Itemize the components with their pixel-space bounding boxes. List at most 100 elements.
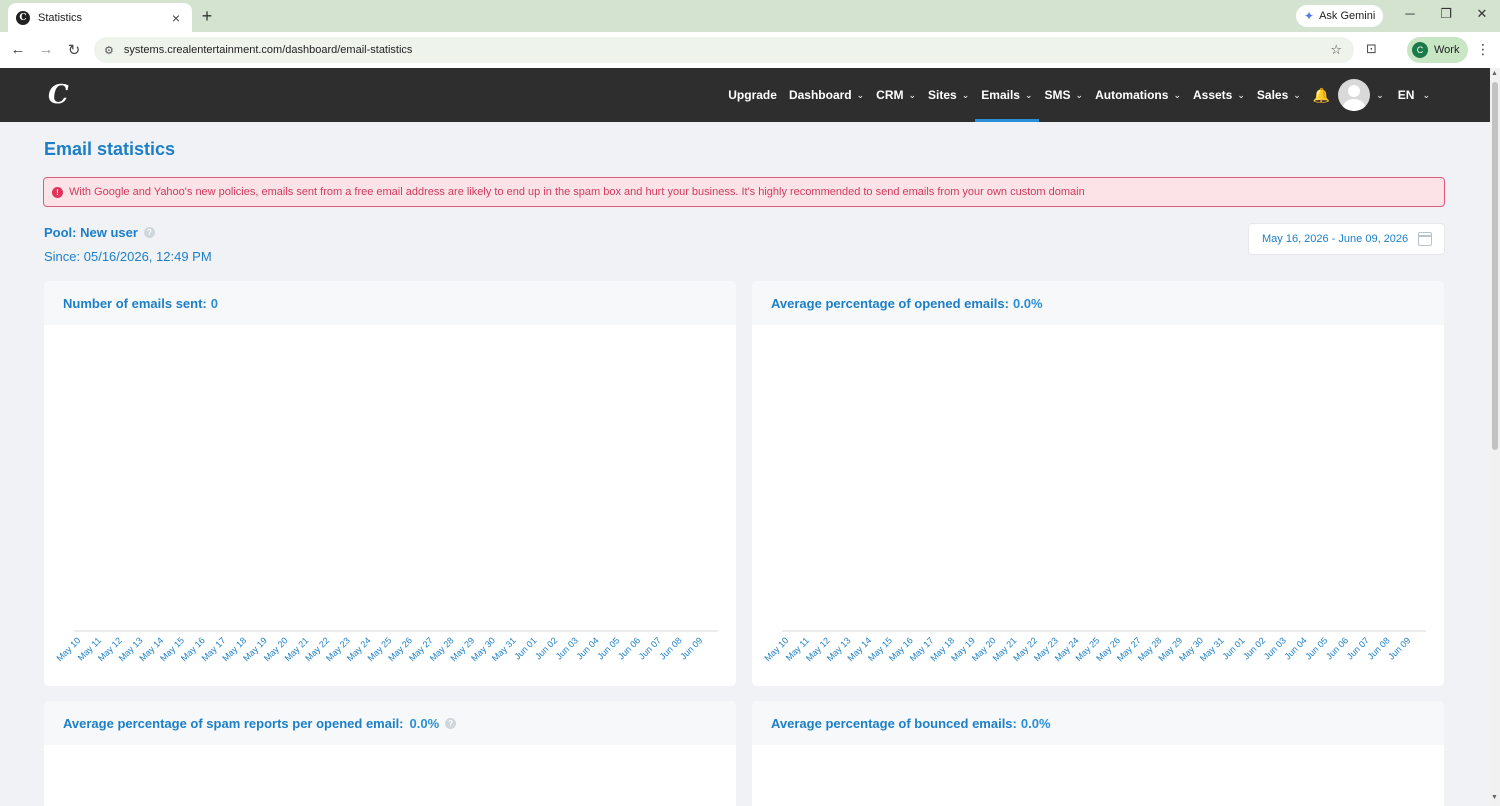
pool-text: Pool: New user — [44, 225, 138, 240]
alert-text: With Google and Yahoo's new policies, em… — [69, 186, 1085, 198]
x-tick-label: Jun 08 — [657, 635, 683, 661]
site-settings-icon[interactable]: ⚙ — [104, 44, 114, 57]
nav-label: Emails — [981, 88, 1020, 102]
alert-exclamation-icon: ! — [52, 186, 63, 198]
restore-icon[interactable]: ❐ — [1436, 6, 1456, 22]
chevron-down-icon: ⌄ — [961, 89, 970, 100]
card-header: Average percentage of spam reports per o… — [44, 701, 736, 745]
x-tick-label: Jun 02 — [533, 635, 559, 661]
card-value: 0.0% — [1020, 715, 1051, 731]
user-avatar[interactable] — [1338, 79, 1371, 111]
chevron-down-icon: ⌄ — [1173, 89, 1181, 100]
site-favicon-icon: C — [16, 10, 30, 25]
x-tick-label: Jun 04 — [1283, 635, 1309, 661]
gemini-sparkle-icon: ✦ — [1304, 9, 1315, 23]
opened-emails-card: Average percentage of opened emails: 0.0… — [752, 281, 1444, 686]
help-question-icon[interactable]: ? — [143, 227, 155, 238]
date-range-text: May 16, 2026 - June 09, 2026 — [1262, 233, 1409, 245]
nav-automations[interactable]: Automations ⌄ — [1089, 68, 1187, 122]
x-tick-label: Jun 01 — [512, 635, 538, 661]
card-label: Number of emails sent: — [63, 295, 207, 311]
x-tick-label: Jun 01 — [1220, 635, 1246, 661]
url-field[interactable]: ⚙ systems.crealentertainment.com/dashboa… — [94, 37, 1354, 63]
card-header: Average percentage of opened emails: 0.0… — [752, 281, 1444, 325]
chevron-down-icon: ⌄ — [1237, 89, 1245, 100]
help-question-icon[interactable]: ? — [445, 717, 457, 729]
since-label: Since: 05/16/2026, 12:49 PM — [44, 249, 212, 264]
back-arrow-icon[interactable]: ← — [9, 41, 27, 58]
nav-label: Assets — [1192, 88, 1233, 102]
chevron-down-icon: ⌄ — [1075, 89, 1084, 100]
close-tab-icon[interactable]: × — [168, 10, 184, 26]
x-tick-label: Jun 09 — [678, 635, 704, 661]
chevron-down-icon: ⌄ — [1293, 89, 1301, 100]
page-scrollbar[interactable]: ▲ ▼ — [1490, 68, 1500, 806]
x-tick-label: Jun 06 — [1324, 635, 1350, 661]
new-tab-icon[interactable]: + — [198, 6, 216, 27]
nav-label: Sites — [928, 88, 957, 102]
x-tick-label: Jun 04 — [575, 635, 601, 661]
x-tick-label: Jun 03 — [1262, 635, 1288, 661]
nav-dashboard[interactable]: Dashboard ⌄ — [783, 68, 870, 122]
emails-sent-card: Number of emails sent: 0 May 10 May 11 May… — [44, 281, 736, 686]
x-tick-label: Jun 06 — [616, 635, 642, 661]
nav-assets[interactable]: Assets ⌄ — [1187, 68, 1251, 122]
x-tick-label: Jun 03 — [554, 635, 580, 661]
language-selector[interactable]: EN — [1398, 88, 1415, 102]
nav-label: Sales — [1256, 88, 1289, 102]
profile-button[interactable]: C Work — [1407, 37, 1469, 63]
close-window-icon[interactable]: ✕ — [1472, 6, 1492, 22]
nav-crm[interactable]: CRM ⌄ — [870, 68, 922, 122]
card-value: 0.0% — [1012, 295, 1043, 311]
minimize-icon[interactable]: ─ — [1400, 6, 1420, 21]
browser-address-bar: ← → ↻ ⚙ systems.crealentertainment.com/d… — [0, 32, 1500, 68]
chevron-down-icon[interactable]: ⌄ — [1376, 90, 1384, 101]
nav-label: Automations — [1095, 88, 1169, 102]
emails-sent-chart: May 10May 11May 12May 13May 14May 15May … — [54, 630, 718, 663]
chevron-down-icon: ⌄ — [856, 89, 865, 100]
x-tick-label: Jun 08 — [1365, 635, 1391, 661]
x-tick-label: Jun 07 — [637, 635, 663, 661]
date-range-picker[interactable]: May 16, 2026 - June 09, 2026 — [1248, 223, 1445, 255]
nav-emails[interactable]: Emails ⌄ — [975, 68, 1039, 122]
ask-gemini-label: Ask Gemini — [1319, 10, 1376, 22]
tab-title: Statistics — [38, 11, 83, 24]
nav-label: CRM — [876, 88, 904, 102]
card-value: 0.0% — [409, 715, 440, 731]
x-tick-label: Jun 07 — [1345, 635, 1371, 661]
forward-arrow-icon[interactable]: → — [37, 41, 55, 58]
chevron-down-icon: ⌄ — [908, 89, 917, 100]
browser-menu-icon[interactable]: ⋮ — [1476, 41, 1490, 58]
card-label: Average percentage of bounced emails: — [771, 715, 1017, 731]
browser-tab[interactable]: C Statistics × — [8, 3, 192, 32]
bookmark-star-icon[interactable]: ☆ — [1330, 42, 1342, 58]
card-header: Average percentage of bounced emails: 0.… — [752, 701, 1444, 745]
scroll-up-icon[interactable]: ▲ — [1491, 70, 1498, 77]
card-value: 0 — [210, 295, 218, 311]
nav-sites[interactable]: Sites ⌄ — [922, 68, 975, 122]
scroll-thumb[interactable] — [1492, 82, 1498, 450]
scroll-down-icon[interactable]: ▼ — [1491, 794, 1498, 801]
nav-upgrade[interactable]: Upgrade — [722, 68, 783, 122]
tab-search-icon[interactable]: ⊡ — [1366, 41, 1377, 57]
pool-label: Pool: New user ? — [44, 225, 155, 240]
browser-tab-bar: C Statistics × + ✦ Ask Gemini ─ ❐ ✕ — [0, 0, 1500, 32]
chevron-down-icon[interactable]: ⌄ — [1422, 90, 1430, 101]
card-label: Average percentage of opened emails: — [771, 295, 1009, 311]
brand-logo[interactable]: C — [48, 80, 69, 110]
bounced-emails-card: Average percentage of bounced emails: 0.… — [752, 701, 1444, 806]
nav-sms[interactable]: SMS ⌄ — [1039, 68, 1090, 122]
profile-label: Work — [1434, 44, 1460, 56]
url-text: systems.crealentertainment.com/dashboard… — [123, 44, 413, 56]
spam-reports-card: Average percentage of spam reports per o… — [44, 701, 736, 806]
x-tick-label: Jun 02 — [1241, 635, 1267, 661]
chevron-down-icon: ⌄ — [1024, 89, 1033, 100]
notification-bell-icon[interactable]: 🔔 — [1313, 87, 1330, 104]
ask-gemini-button[interactable]: ✦ Ask Gemini — [1296, 5, 1384, 27]
nav-label: Dashboard — [788, 88, 852, 102]
nav-label: SMS — [1044, 88, 1071, 102]
calendar-icon[interactable] — [1418, 232, 1432, 246]
opened-emails-chart: May 10May 11May 12May 13May 14May 15May … — [762, 630, 1426, 663]
nav-sales[interactable]: Sales ⌄ — [1251, 68, 1307, 122]
reload-icon[interactable]: ↻ — [65, 41, 83, 59]
